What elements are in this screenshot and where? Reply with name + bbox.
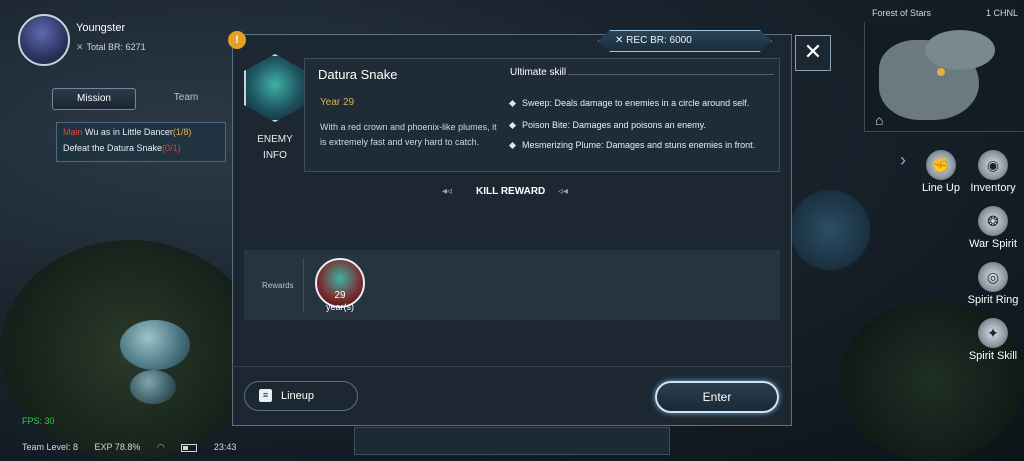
tab-mission[interactable]: Mission [52,88,136,110]
castle-icon: ⌂ [875,112,884,128]
war-spirit-button[interactable]: ❂ War Spirit [958,206,1024,250]
mission-progress: (1/8) [172,127,192,137]
glowing-plant [120,320,190,370]
skill-item: Mesmerizing Plume: Damages and stuns ene… [508,140,755,150]
spirit-skill-button[interactable]: ✦ Spirit Skill [958,318,1024,362]
ornament-left-icon: ◂◃ [442,186,453,197]
diamond-bullet-icon [508,100,517,108]
rec-br-badge: ✕ REC BR: 6000 [598,30,772,52]
sword-icon: ✕ [615,35,627,46]
objective-status: (0/1) [162,143,181,153]
spirit-icon: ❂ [978,206,1008,236]
sword-icon: ✕ [76,42,84,52]
inventory-button[interactable]: ◉ Inventory [958,150,1024,194]
mission-tabs: Mission Team [52,88,228,110]
player-marker [937,68,945,76]
skill-icon: ✦ [978,318,1008,348]
spirit-ring-button[interactable]: ◎ Spirit Ring [958,262,1024,306]
reward-age: 29 [334,290,346,301]
kill-reward-title: KILL REWARD [476,186,546,197]
diamond-bullet-icon [508,142,517,150]
mission-name: Wu as in Little Dancer [82,127,173,137]
scroll-icon: ≡ [259,389,272,402]
total-br: ✕ Total BR: 6271 [76,42,146,52]
tab-team[interactable]: Team [144,88,228,110]
divider [303,258,304,312]
player-name: Youngster [76,22,126,34]
enemy-info-label: ENEMY INFO [257,134,293,161]
exp-value: EXP 78.8% [94,442,141,452]
minimap-title: Forest of Stars [872,8,932,18]
ornament-right-icon: ◃◂ [558,186,569,197]
diamond-bullet-icon [508,122,517,130]
wifi-icon: ◠ [156,442,165,452]
glowing-plant [130,370,176,404]
close-button[interactable]: ✕ [795,35,831,71]
status-bar: Team Level: 8 EXP 78.8% ◠ 23:43 [22,442,250,453]
bag-icon: ◉ [978,150,1008,180]
info-icon[interactable]: ! [228,31,246,49]
fps-counter: FPS: 30 [22,416,55,426]
reward-unit: year(s) [325,302,354,312]
skill-item: Poison Bite: Damages and poisons an enem… [508,120,706,130]
avatar[interactable] [18,14,70,66]
enemy-description: With a red crown and phoenix-like plumes… [320,122,497,147]
ultimate-skill-title: Ultimate skill [510,67,567,78]
enemy-year: Year 29 [320,97,355,108]
channel-label[interactable]: 1 CHNL [986,8,1018,18]
lineup-button[interactable]: ≡ Lineup [244,381,358,411]
fist-icon: ✊ [926,150,956,180]
minimap[interactable]: ⌂ [864,22,1024,132]
rewards-label: Rewards [262,281,294,290]
clock: 23:43 [213,442,237,452]
mission-tracker[interactable]: Main Wu as in Little Dancer(1/8) Defeat … [56,122,226,162]
skill-item: Sweep: Deals damage to enemies in a circ… [508,98,749,108]
ring-icon: ◎ [978,262,1008,292]
mission-objective: Defeat the Datura Snake(0/1) [63,143,181,153]
mission-title: Main Wu as in Little Dancer(1/8) [63,127,219,137]
battery-icon [181,443,198,452]
enemy-name: Datura Snake [318,67,398,82]
mission-tag: Main [63,127,83,137]
bottom-panel [354,427,670,455]
team-level: Team Level: 8 [22,442,79,452]
divider [232,366,792,367]
enter-button[interactable]: Enter [655,381,779,413]
close-icon: ✕ [803,39,823,64]
divider [568,74,774,75]
